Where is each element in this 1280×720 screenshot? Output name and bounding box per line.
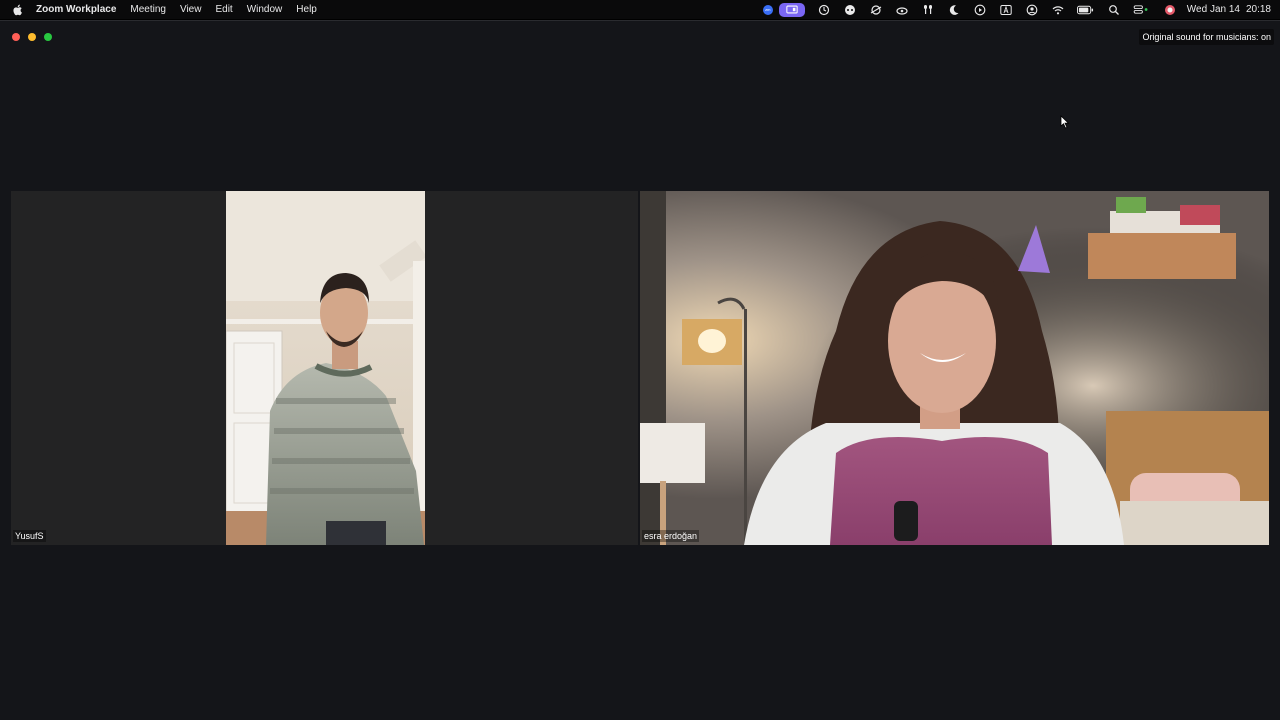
moon-icon[interactable]: [947, 4, 961, 16]
menu-bar: Zoom Workplace Meeting View Edit Window …: [0, 0, 1280, 19]
clock-time: 20:18: [1245, 4, 1271, 15]
participant-name-label: esra erdoğan: [642, 530, 700, 542]
screen-share-icon[interactable]: [778, 2, 805, 17]
menu-bar-clock[interactable]: Wed Jan 14 20:18: [1187, 4, 1271, 15]
participant-name-label: YusufS: [13, 530, 46, 542]
control-center-icon[interactable]: [1133, 4, 1151, 16]
search-icon[interactable]: [1107, 4, 1121, 16]
zoom-meeting-window: Original sound for musicians: on YusufS …: [0, 20, 1280, 720]
menu-help[interactable]: Help: [296, 4, 317, 15]
chat-bubble-icon[interactable]: [843, 4, 857, 16]
apple-icon[interactable]: [12, 3, 24, 16]
airpods-icon[interactable]: [921, 4, 935, 16]
sync-icon[interactable]: [817, 4, 831, 16]
minimize-window-button[interactable]: [28, 33, 36, 41]
text-input-icon[interactable]: [999, 4, 1013, 16]
wifi-icon[interactable]: [1051, 4, 1065, 16]
menu-view[interactable]: View: [180, 4, 202, 15]
siri-icon[interactable]: [1163, 4, 1177, 16]
original-sound-status[interactable]: Original sound for musicians: on: [1139, 29, 1274, 45]
menu-bar-left: Zoom Workplace Meeting View Edit Window …: [0, 0, 331, 19]
cloud-icon[interactable]: [895, 4, 909, 16]
video-feed-image: [640, 191, 1269, 545]
video-feed-image: [226, 191, 425, 545]
zoom-status-icon[interactable]: zm: [762, 4, 773, 15]
window-controls: [12, 33, 60, 41]
battery-icon[interactable]: [1077, 4, 1095, 16]
planet-icon[interactable]: [869, 4, 883, 16]
participant-video-esra-erdogan: [640, 191, 1269, 545]
clock-date: Wed Jan 14: [1186, 4, 1240, 15]
menu-app-zoom-workplace[interactable]: Zoom Workplace: [36, 4, 116, 15]
menu-meeting[interactable]: Meeting: [130, 4, 166, 15]
participant-video-yusufs: [226, 191, 425, 545]
play-icon[interactable]: [973, 4, 987, 16]
menu-bar-status: zm Wed Jan 14 20:18: [762, 0, 1271, 19]
menu-edit[interactable]: Edit: [215, 4, 232, 15]
user-circle-icon[interactable]: [1025, 4, 1039, 16]
mouse-cursor-icon: [1060, 115, 1070, 129]
close-window-button[interactable]: [12, 33, 20, 41]
menu-window[interactable]: Window: [247, 4, 283, 15]
participant-tile-yusufs[interactable]: YusufS: [11, 191, 638, 545]
fullscreen-window-button[interactable]: [44, 33, 52, 41]
participant-tile-esra-erdogan[interactable]: esra erdoğan: [640, 191, 1269, 545]
